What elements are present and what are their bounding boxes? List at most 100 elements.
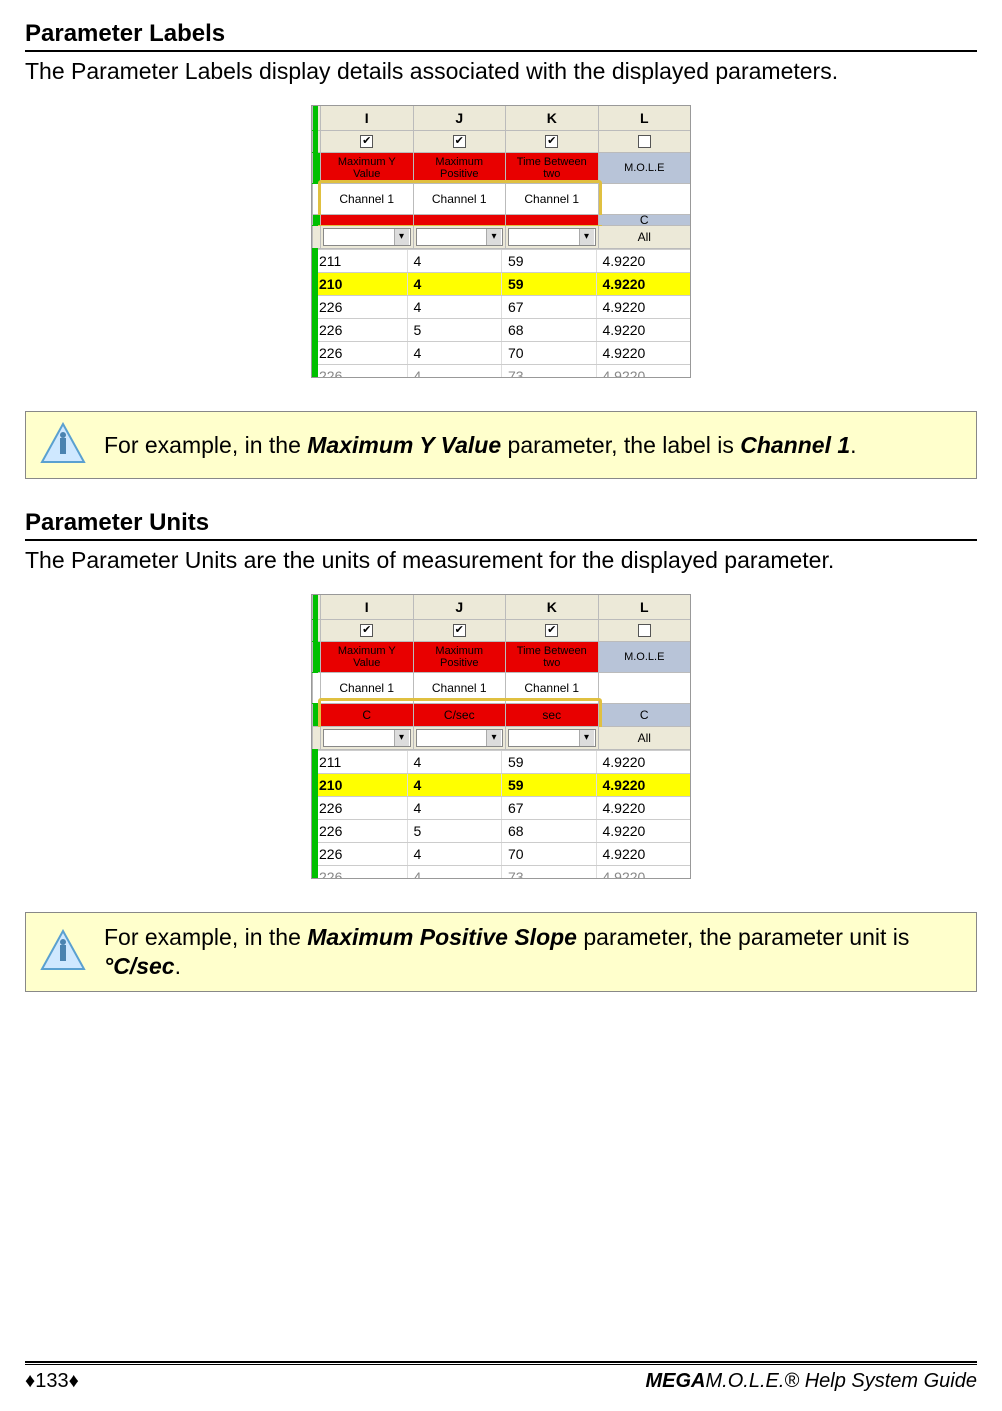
col-letter: J	[413, 106, 506, 130]
cell: 4	[407, 273, 502, 295]
cell: 67	[501, 296, 596, 318]
col-checkbox[interactable]: ✔	[545, 624, 558, 637]
cell: 4	[407, 843, 502, 865]
col-letter: L	[598, 106, 691, 130]
cell: 73	[501, 866, 596, 878]
param-label: Channel 1	[320, 673, 413, 703]
info-text: For example, in the Maximum Y Value para…	[104, 431, 857, 460]
cell: 4	[407, 296, 502, 318]
section-intro-labels: The Parameter Labels display details ass…	[25, 58, 977, 85]
col-checkbox[interactable]: ✔	[545, 135, 558, 148]
filter-dropdown[interactable]	[416, 729, 504, 747]
section-intro-units: The Parameter Units are the units of mea…	[25, 547, 977, 574]
cell: 226	[312, 342, 407, 364]
filter-dropdown[interactable]	[323, 729, 411, 747]
page-footer: ♦133♦ MEGAM.O.L.E.® Help System Guide	[25, 1366, 977, 1393]
cell: 59	[501, 774, 596, 796]
cell: 226	[312, 319, 407, 341]
cell: 4.9220	[596, 820, 691, 842]
cell: 4	[407, 250, 502, 272]
param-label	[598, 184, 691, 214]
filter-all: All	[598, 727, 691, 749]
cell: 4	[407, 751, 502, 773]
cell: 4	[407, 797, 502, 819]
cell: 59	[501, 250, 596, 272]
col-letter: I	[320, 595, 413, 619]
cell: 226	[312, 365, 407, 377]
col-checkbox[interactable]: ✔	[360, 135, 373, 148]
info-note-units: For example, in the Maximum Positive Slo…	[25, 912, 977, 992]
cell: 4	[407, 342, 502, 364]
cell: 70	[501, 843, 596, 865]
cell: 68	[501, 820, 596, 842]
page-number: ♦133♦	[25, 1370, 79, 1393]
col-checkbox[interactable]: ✔	[360, 624, 373, 637]
cell: 4.9220	[596, 342, 691, 364]
col-checkbox[interactable]	[638, 135, 651, 148]
cell: 59	[501, 273, 596, 295]
cell: 4.9220	[596, 365, 691, 377]
section-title-units: Parameter Units	[25, 509, 977, 541]
param-unit: C	[598, 215, 691, 225]
cell: 4	[407, 866, 502, 878]
param-label: Channel 1	[505, 184, 598, 214]
cell: 5	[407, 820, 502, 842]
cell: 59	[501, 751, 596, 773]
section-title-labels: Parameter Labels	[25, 20, 977, 52]
cell: 4.9220	[596, 866, 691, 878]
param-label: Channel 1	[413, 673, 506, 703]
param-label	[598, 673, 691, 703]
cell: 210	[312, 273, 407, 295]
filter-dropdown[interactable]	[416, 228, 504, 246]
cell: 4.9220	[596, 296, 691, 318]
param-label: Channel 1	[505, 673, 598, 703]
screenshot-units: I J K L ✔ ✔ ✔ Maximum Y Value Maximum Po…	[25, 594, 977, 884]
cell: 226	[312, 797, 407, 819]
guide-title: MEGAM.O.L.E.® Help System Guide	[646, 1370, 978, 1393]
cell: 68	[501, 319, 596, 341]
cell: 211	[312, 751, 407, 773]
cell: 226	[312, 296, 407, 318]
cell: 4.9220	[596, 774, 691, 796]
param-unit: C	[598, 704, 691, 726]
cell: 4	[407, 774, 502, 796]
cell: 4.9220	[596, 273, 691, 295]
param-name: Time Between two	[505, 642, 598, 672]
cell: 67	[501, 797, 596, 819]
param-name: Time Between two	[505, 153, 598, 183]
param-name: M.O.L.E	[598, 642, 691, 672]
param-name: M.O.L.E	[598, 153, 691, 183]
col-letter: K	[505, 595, 598, 619]
filter-dropdown[interactable]	[508, 729, 596, 747]
cell: 226	[312, 866, 407, 878]
col-letter: L	[598, 595, 691, 619]
cell: 4	[407, 365, 502, 377]
cell: 4.9220	[596, 751, 691, 773]
col-checkbox[interactable]: ✔	[453, 135, 466, 148]
col-letter: K	[505, 106, 598, 130]
cell: 211	[312, 250, 407, 272]
param-label: Channel 1	[320, 184, 413, 214]
col-letter: J	[413, 595, 506, 619]
info-note-labels: For example, in the Maximum Y Value para…	[25, 411, 977, 479]
info-icon	[40, 422, 86, 468]
param-label: Channel 1	[413, 184, 506, 214]
cell: 4.9220	[596, 843, 691, 865]
param-unit: C	[320, 704, 413, 726]
cell: 4.9220	[596, 319, 691, 341]
col-checkbox[interactable]: ✔	[453, 624, 466, 637]
param-unit: C/sec	[413, 704, 506, 726]
param-name: Maximum Positive	[413, 642, 506, 672]
filter-dropdown[interactable]	[323, 228, 411, 246]
col-checkbox[interactable]	[638, 624, 651, 637]
cell: 70	[501, 342, 596, 364]
cell: 226	[312, 843, 407, 865]
filter-dropdown[interactable]	[508, 228, 596, 246]
cell: 4.9220	[596, 250, 691, 272]
info-icon	[40, 929, 86, 975]
filter-all: All	[598, 226, 691, 248]
param-unit: sec	[505, 704, 598, 726]
screenshot-labels: I J K L ✔ ✔ ✔ Maximum Y Value Maximum Po…	[25, 105, 977, 383]
param-name: Maximum Y Value	[320, 153, 413, 183]
cell: 210	[312, 774, 407, 796]
